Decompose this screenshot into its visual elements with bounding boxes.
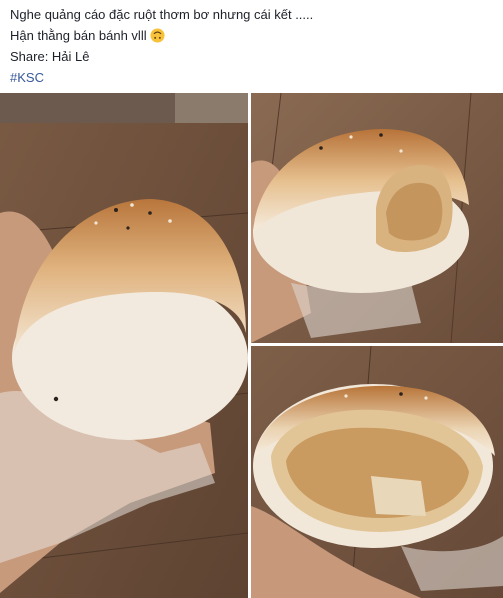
hashtag-link[interactable]: #KSC	[10, 67, 490, 88]
post-line-1: Nghe quảng cáo đặc ruột thơm bơ nhưng cá…	[10, 7, 314, 22]
upside-down-face-emoji-icon	[150, 28, 165, 43]
photo-hollow-bun[interactable]	[251, 346, 503, 598]
post-line-3: Share: Hải Lê	[10, 49, 90, 64]
post-line-2-wrap: Hận thằng bán bánh vlll	[10, 25, 490, 46]
photo-grid	[0, 93, 503, 598]
photo-bitten-bun[interactable]	[251, 93, 503, 343]
post-text: Nghe quảng cáo đặc ruột thơm bơ nhưng cá…	[10, 4, 490, 88]
photo-whole-bun[interactable]	[0, 93, 248, 598]
post-line-2: Hận thằng bán bánh vlll	[10, 28, 147, 43]
